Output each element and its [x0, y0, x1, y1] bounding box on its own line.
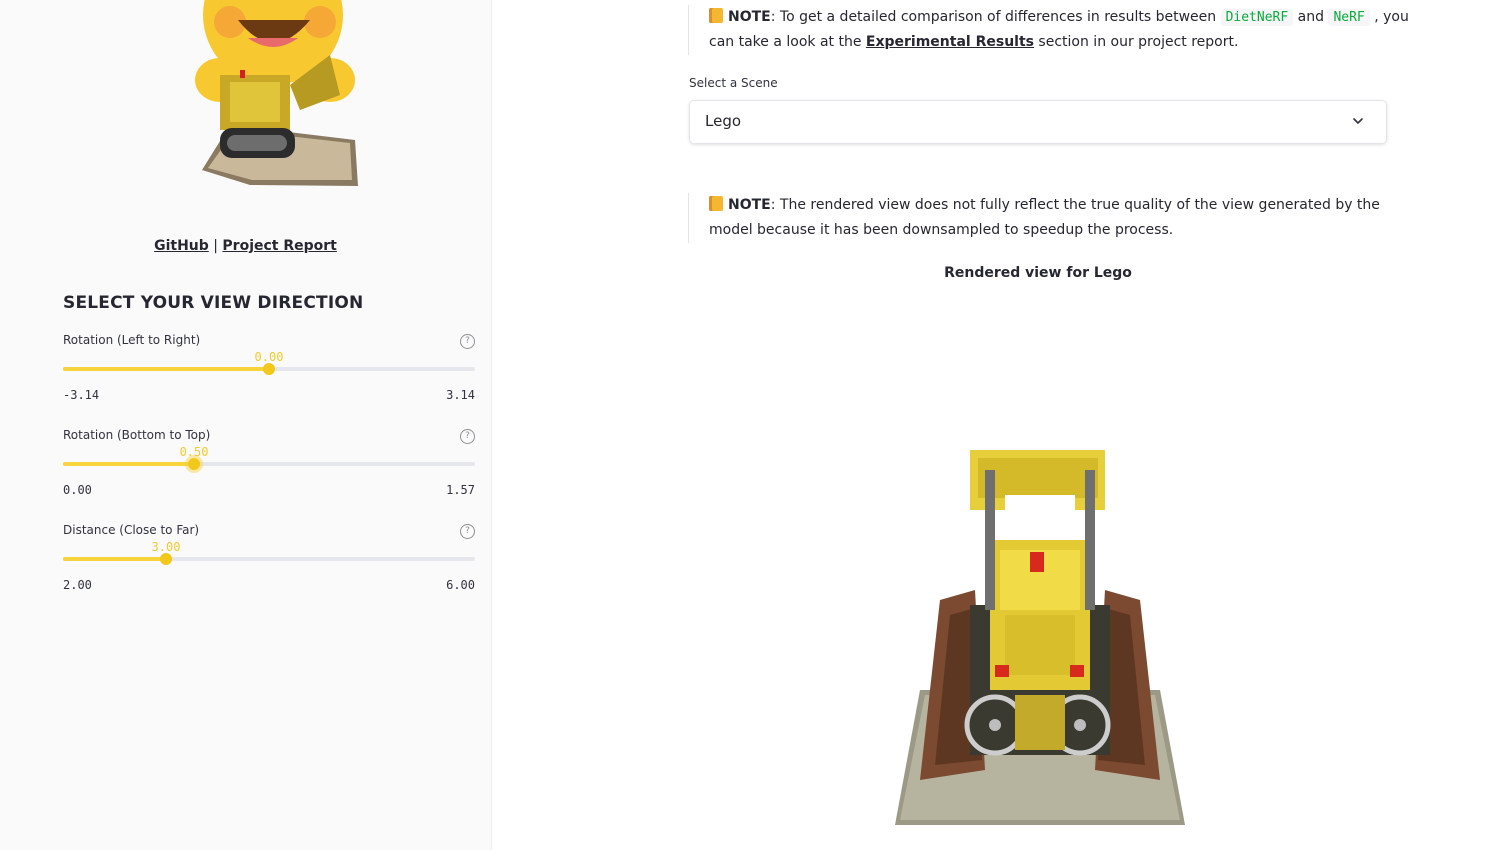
- help-icon[interactable]: ?: [460, 429, 475, 444]
- scene-select-value: Lego: [705, 112, 742, 130]
- slider-max: 6.00: [446, 578, 475, 592]
- slider-fill: [63, 367, 269, 371]
- main-content: NOTE: To get a detailed comparison of di…: [492, 0, 1485, 850]
- rotation-left-right-slider[interactable]: Rotation (Left to Right) ? 0.00 -3.14 3.…: [63, 333, 475, 413]
- slider-label: Rotation (Bottom to Top): [63, 428, 211, 442]
- note-label: NOTE: [728, 9, 771, 25]
- dietnerf-code: DietNeRF: [1220, 9, 1294, 26]
- slider-max: 1.57: [446, 483, 475, 497]
- slider-label: Rotation (Left to Right): [63, 333, 201, 347]
- slider-track[interactable]: [63, 458, 475, 470]
- slider-fill: [63, 557, 166, 561]
- scene-select[interactable]: Lego: [689, 100, 1387, 144]
- slider-label: Distance (Close to Far): [63, 523, 200, 537]
- slider-min: 2.00: [63, 578, 92, 592]
- note-text: section in our project report.: [1033, 34, 1239, 50]
- help-icon[interactable]: ?: [460, 334, 475, 349]
- slider-value: 0.50: [179, 445, 209, 459]
- distance-close-far-slider[interactable]: Distance (Close to Far) ? 3.00 2.00 6.00: [63, 523, 475, 603]
- comparison-note: NOTE: To get a detailed comparison of di…: [688, 5, 1409, 55]
- quality-note: NOTE: The rendered view does not fully r…: [688, 193, 1409, 243]
- nerf-code: NeRF: [1328, 9, 1370, 26]
- slider-thumb[interactable]: [160, 553, 172, 565]
- experimental-results-link[interactable]: Experimental Results: [866, 34, 1034, 50]
- note-text: and: [1293, 9, 1329, 25]
- help-icon[interactable]: ?: [460, 524, 475, 539]
- slider-track[interactable]: [63, 553, 475, 565]
- note-text: : The rendered view does not fully refle…: [709, 197, 1380, 238]
- note-label: NOTE: [728, 197, 771, 213]
- slider-thumb[interactable]: [188, 458, 201, 470]
- links-separator: |: [213, 238, 218, 254]
- slider-value: 0.00: [254, 350, 284, 364]
- slider-min: -3.14: [63, 388, 100, 402]
- slider-min: 0.00: [63, 483, 92, 497]
- rotation-bottom-top-slider[interactable]: Rotation (Bottom to Top) ? 0.50 0.00 1.5…: [63, 428, 475, 508]
- slider-fill: [63, 462, 195, 466]
- render-caption: Rendered view for Lego: [944, 265, 1132, 281]
- notebook-icon: [709, 8, 723, 23]
- hugging-emoji-lego-logo: [195, 0, 358, 186]
- sidebar: GitHub | Project Report SELECT YOUR VIEW…: [0, 0, 492, 850]
- sidebar-links: GitHub | Project Report: [0, 238, 491, 254]
- note-text: : To get a detailed comparison of differ…: [770, 9, 1221, 25]
- rendered-lego-view: [895, 450, 1185, 825]
- slider-track[interactable]: [63, 363, 475, 375]
- view-direction-title: SELECT YOUR VIEW DIRECTION: [63, 293, 364, 313]
- github-link[interactable]: GitHub: [154, 238, 209, 254]
- scene-select-label: Select a Scene: [689, 76, 778, 90]
- slider-max: 3.14: [446, 388, 475, 402]
- chevron-down-icon: [1353, 118, 1363, 125]
- slider-value: 3.00: [151, 540, 181, 554]
- project-report-link[interactable]: Project Report: [222, 238, 336, 254]
- notebook-icon: [709, 196, 723, 211]
- slider-thumb[interactable]: [263, 363, 275, 375]
